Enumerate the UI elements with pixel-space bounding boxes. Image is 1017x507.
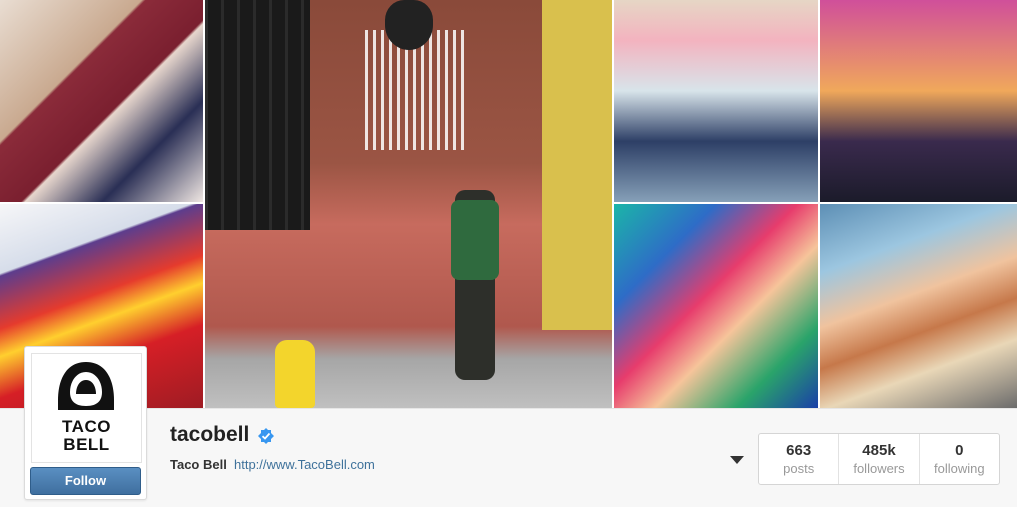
verified-badge-icon: [258, 428, 274, 444]
photo-quesadilla-hand[interactable]: [820, 204, 1017, 408]
stat-followers[interactable]: 485k followers: [838, 434, 918, 484]
follow-button[interactable]: Follow: [30, 467, 141, 495]
stat-value: 485k: [862, 442, 896, 459]
options-dropdown-icon[interactable]: [730, 456, 744, 464]
avatar-card: TACO BELL Follow: [24, 346, 147, 500]
painted-heart: [385, 0, 433, 50]
stat-label: following: [934, 461, 985, 476]
photo-flash-tattoos[interactable]: [614, 204, 818, 408]
stat-posts[interactable]: 663 posts: [759, 434, 838, 484]
photo-hat-phone-drink[interactable]: [0, 0, 203, 202]
avatar[interactable]: TACO BELL: [31, 353, 142, 463]
stat-label: posts: [783, 461, 815, 476]
logo-text-bell: BELL: [63, 435, 110, 454]
logo-text-taco: TACO: [62, 417, 111, 436]
stat-following[interactable]: 0 following: [918, 434, 999, 484]
photo-grid: [0, 0, 1017, 408]
stat-value: 0: [955, 442, 964, 459]
stat-value: 663: [786, 442, 812, 459]
window-bars: [205, 0, 310, 230]
website-link[interactable]: http://www.TacoBell.com: [234, 457, 375, 472]
person-sweater: [451, 200, 499, 280]
username: tacobell: [170, 423, 250, 446]
fire-hydrant: [275, 340, 315, 408]
photo-brick-wall-hydrant[interactable]: [205, 0, 612, 408]
photo-carousel-balloons[interactable]: [614, 0, 818, 202]
stat-label: followers: [853, 461, 905, 476]
full-name: Taco Bell: [170, 457, 227, 472]
yellow-pillar: [542, 0, 612, 330]
taco-bell-logo-icon: [58, 362, 114, 410]
stats-box: 663 posts 485k followers 0 following: [758, 433, 1000, 485]
photo-restaurant-sunset[interactable]: [820, 0, 1017, 202]
